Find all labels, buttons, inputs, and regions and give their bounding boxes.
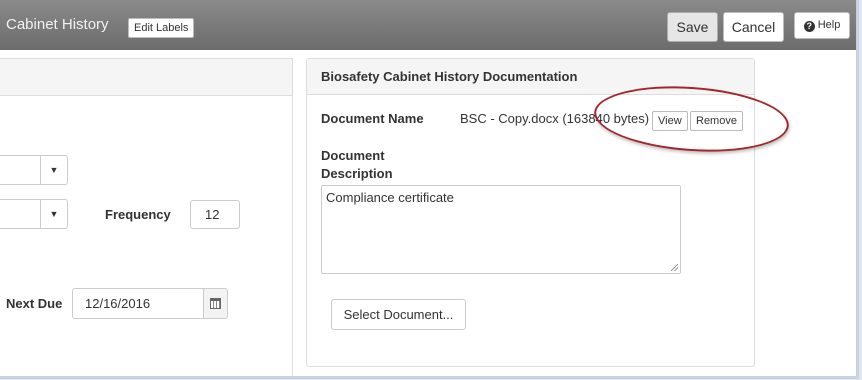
cancel-button[interactable]: Cancel [723,12,784,42]
frequency-label: Frequency [105,207,171,222]
remove-button[interactable]: Remove [690,111,743,131]
title-bar: Cabinet History Edit Labels Save Cancel … [0,0,856,50]
document-name-value: BSC - Copy.docx (163840 bytes) [460,111,650,126]
documentation-panel-title: Biosafety Cabinet History Documentation [307,59,754,95]
help-button[interactable]: ? Help [794,12,850,39]
document-description-text: Compliance certificate [326,190,454,205]
calendar-icon [210,298,221,309]
page-title: Cabinet History [6,16,109,33]
chevron-down-icon[interactable]: ▼ [40,156,67,184]
next-due-date-input[interactable]: 12/16/2016 [72,288,204,319]
help-label: Help [817,19,841,31]
document-description-label-line2: Description [321,166,393,181]
select-document-button[interactable]: Select Document... [331,299,466,330]
chevron-down-icon[interactable]: ▼ [40,200,67,228]
dropdown-1[interactable]: ▼ [0,155,68,185]
edit-labels-button[interactable]: Edit Labels [128,18,195,38]
resize-handle-icon[interactable] [671,264,678,271]
app-window: Cabinet History Edit Labels Save Cancel … [0,0,859,379]
calendar-button[interactable] [203,288,228,319]
document-name-label: Document Name [321,111,424,126]
next-due-label: Next Due [6,296,63,311]
left-panel-header [0,59,292,96]
scroll-edge [0,376,220,378]
view-button[interactable]: View [652,111,688,131]
document-description-textarea[interactable]: Compliance certificate [321,185,681,274]
frequency-input[interactable]: 12 [190,200,240,229]
save-button[interactable]: Save [667,12,718,42]
document-description-label: Document Description [321,147,393,183]
document-description-label-line1: Document [321,148,385,163]
dropdown-2[interactable]: ▼ [0,199,68,229]
help-icon: ? [803,21,815,32]
